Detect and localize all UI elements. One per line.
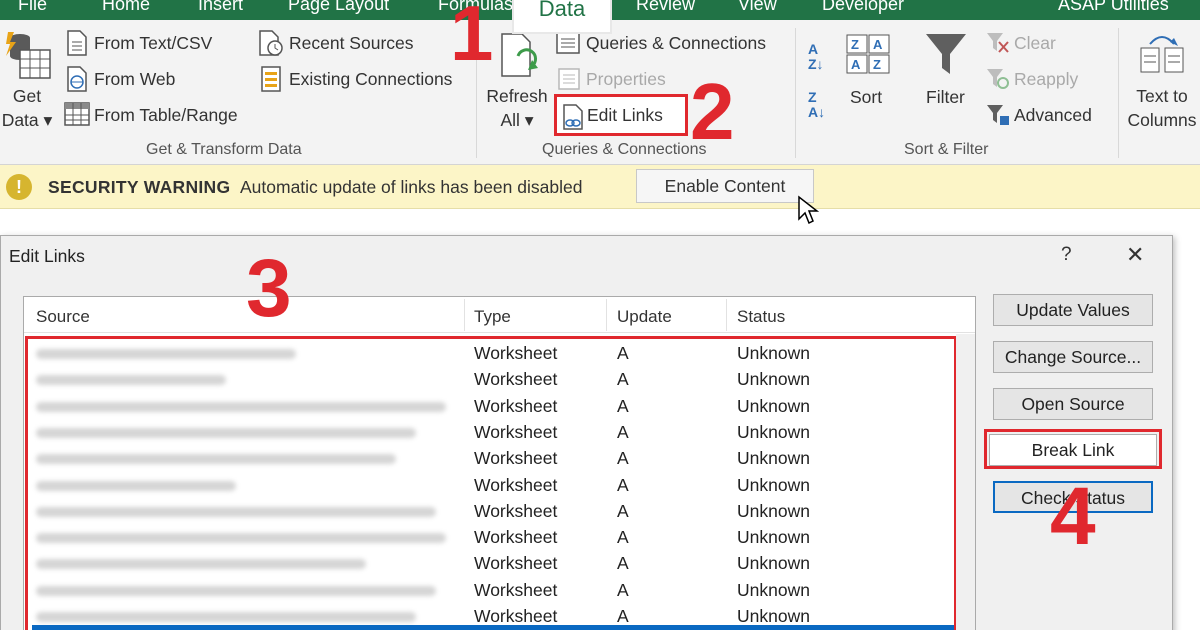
refresh-label-2: All ▾ — [500, 110, 534, 130]
open-source-button[interactable]: Open Source — [993, 388, 1153, 420]
enable-content-button[interactable]: Enable Content — [636, 169, 814, 203]
sort-button[interactable]: Sort — [850, 86, 882, 108]
svg-text:Z: Z — [873, 57, 881, 72]
list-scrollbar[interactable] — [956, 334, 975, 630]
text-csv-icon — [67, 30, 87, 56]
svg-text:A: A — [851, 57, 861, 72]
step-number-2: 2 — [690, 67, 735, 156]
tab-home[interactable]: Home — [102, 0, 150, 15]
close-icon[interactable]: ✕ — [1126, 242, 1144, 268]
filter-button[interactable]: Filter — [926, 86, 965, 108]
clear-filter-button[interactable]: Clear — [1014, 32, 1056, 54]
sort-filter-group-label: Sort & Filter — [904, 141, 989, 158]
get-data-label-1: Get — [12, 86, 42, 106]
sort-az-icon[interactable]: A Z↓ — [808, 42, 824, 72]
rows-highlight-outline — [25, 336, 957, 630]
queries-connections-icon — [556, 32, 580, 54]
recent-sources-button[interactable]: Recent Sources — [289, 32, 414, 54]
help-icon[interactable]: ? — [1061, 244, 1072, 266]
reapply-icon — [987, 69, 1009, 89]
column-header-status[interactable]: Status — [737, 307, 785, 327]
security-warning-bar: ! SECURITY WARNING Automatic update of l… — [0, 165, 1200, 209]
reapply-button[interactable]: Reapply — [1014, 68, 1078, 90]
dialog-title: Edit Links — [9, 246, 85, 266]
column-divider[interactable] — [726, 299, 727, 331]
links-list[interactable]: Source Type Update Status Worksheet A Unkn… — [23, 296, 976, 630]
refresh-all-icon — [501, 33, 538, 77]
group-divider — [795, 28, 796, 158]
mouse-cursor-icon — [798, 195, 819, 225]
table-range-icon — [64, 102, 90, 126]
from-text-csv-button[interactable]: From Text/CSV — [94, 32, 212, 54]
from-table-range-button[interactable]: From Table/Range — [94, 104, 238, 126]
queries-connections-button[interactable]: Queries & Connections — [586, 32, 766, 54]
step-number-3: 3 — [246, 243, 292, 334]
links-list-header: Source Type Update Status — [24, 297, 975, 333]
ribbon: Get Data ▾ From Text/CSV From Web From T… — [0, 20, 1200, 165]
group-divider — [1118, 28, 1119, 158]
web-icon — [67, 66, 87, 92]
column-header-type[interactable]: Type — [474, 307, 511, 327]
sort-icon: Z A A Z — [846, 34, 890, 74]
tab-data-label: Data — [538, 0, 586, 21]
tab-asap-utilities[interactable]: ASAP Utilities — [1058, 0, 1169, 15]
update-values-button[interactable]: Update Values — [993, 294, 1153, 326]
step-number-4: 4 — [1050, 471, 1096, 562]
get-transform-group-label: Get & Transform Data — [146, 141, 302, 158]
column-divider[interactable] — [606, 299, 607, 331]
svg-text:Z: Z — [851, 37, 859, 52]
clear-filter-icon — [987, 33, 1009, 53]
advanced-filter-icon — [987, 105, 1009, 125]
shield-warning-icon: ! — [6, 174, 32, 200]
tab-page-layout[interactable]: Page Layout — [288, 0, 389, 15]
advanced-filter-button[interactable]: Advanced — [1014, 104, 1092, 126]
existing-connections-icon — [261, 66, 281, 92]
filter-icon — [926, 34, 966, 74]
step-number-1: 1 — [450, 0, 494, 77]
from-web-button[interactable]: From Web — [94, 68, 175, 90]
break-link-highlight — [984, 429, 1162, 469]
text-to-columns-button[interactable]: Text to Columns — [1122, 84, 1200, 132]
column-header-update[interactable]: Update — [617, 307, 672, 327]
refresh-label-1: Refresh — [486, 86, 548, 106]
text-to-columns-label-1: Text to — [1136, 86, 1188, 106]
tab-view[interactable]: View — [738, 0, 777, 15]
refresh-all-button[interactable]: Refresh All ▾ — [484, 84, 550, 132]
security-warning-title: SECURITY WARNING — [48, 177, 231, 197]
properties-icon — [558, 68, 580, 90]
existing-connections-button[interactable]: Existing Connections — [289, 68, 452, 90]
text-to-columns-label-2: Columns — [1127, 110, 1197, 130]
recent-sources-icon — [259, 30, 283, 56]
column-header-source[interactable]: Source — [36, 307, 90, 327]
get-data-label-2: Data ▾ — [1, 110, 53, 130]
tab-file[interactable]: File — [18, 0, 47, 15]
tab-data[interactable]: Data — [512, 0, 612, 34]
get-data-button[interactable]: Get Data ▾ — [0, 84, 54, 132]
tab-review[interactable]: Review — [636, 0, 695, 15]
tab-insert[interactable]: Insert — [198, 0, 243, 15]
text-to-columns-icon — [1140, 36, 1184, 73]
edit-links-icon — [563, 104, 583, 130]
security-warning-message: Automatic update of links has been disab… — [240, 177, 583, 197]
tab-developer[interactable]: Developer — [822, 0, 904, 15]
column-divider[interactable] — [464, 299, 465, 331]
properties-button[interactable]: Properties — [586, 68, 666, 90]
sort-za-icon[interactable]: Z A↓ — [808, 90, 825, 120]
change-source-button[interactable]: Change Source... — [993, 341, 1153, 373]
queries-group-label: Queries & Connections — [542, 141, 707, 158]
edit-links-button[interactable]: Edit Links — [587, 104, 663, 126]
get-data-icon — [6, 32, 51, 79]
svg-text:A: A — [873, 37, 883, 52]
